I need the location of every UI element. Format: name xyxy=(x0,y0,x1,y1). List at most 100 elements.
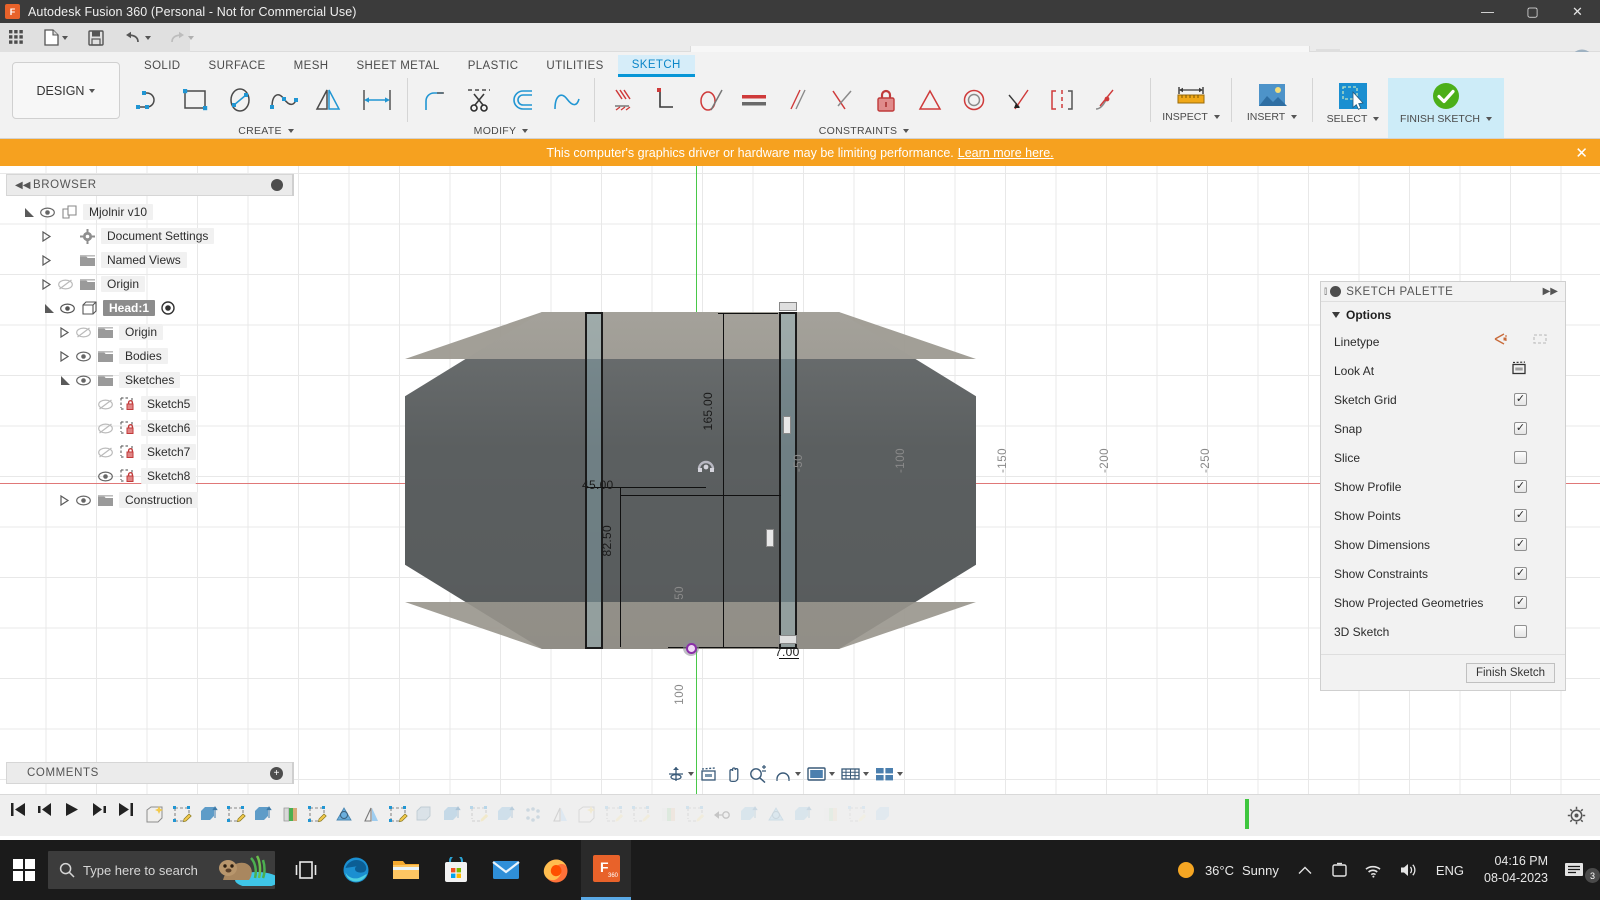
timeline-feature-sketch-9[interactable] xyxy=(845,799,868,829)
display-caret-icon[interactable] xyxy=(829,772,835,776)
visibility-eye-icon[interactable] xyxy=(36,207,58,218)
palette-row-show-projected[interactable]: Show Projected Geometries xyxy=(1321,588,1565,617)
visibility-eye-hidden-icon[interactable] xyxy=(54,279,76,290)
redo-button[interactable] xyxy=(163,23,199,52)
palette-finish-sketch-button[interactable]: Finish Sketch xyxy=(1466,663,1555,683)
palette-row-show-constraints[interactable]: Show Constraints xyxy=(1321,559,1565,588)
tab-surface[interactable]: SURFACE xyxy=(195,55,280,77)
zoom-icon[interactable] xyxy=(746,763,770,785)
tree-node-document-settings[interactable]: Document Settings xyxy=(6,224,296,248)
comments-panel-header[interactable]: COMMENTS + xyxy=(6,762,293,784)
palette-options-section[interactable]: Options xyxy=(1321,302,1565,327)
timeline-feature-sketch-4[interactable] xyxy=(386,799,409,829)
tree-node-sketch7[interactable]: Sketch7 xyxy=(6,440,296,464)
look-at-nav-icon[interactable] xyxy=(698,763,720,785)
tray-expand-chevron-icon[interactable] xyxy=(1287,866,1323,875)
undo-caret-icon[interactable] xyxy=(145,36,151,40)
select-tool[interactable]: SELECT xyxy=(1318,78,1388,138)
go-to-beginning-icon[interactable] xyxy=(10,802,26,822)
expander-expanded-icon[interactable] xyxy=(42,303,56,314)
visibility-eye-hidden-icon[interactable] xyxy=(94,399,116,410)
timeline-feature-extrude-6[interactable] xyxy=(791,799,814,829)
fix-constraint-icon[interactable] xyxy=(864,78,908,122)
sketch-line-right-a[interactable] xyxy=(779,312,781,649)
timeline-feature-sketch-3[interactable] xyxy=(305,799,328,829)
microsoft-store-icon[interactable] xyxy=(431,840,481,900)
fit-caret-icon[interactable] xyxy=(795,772,801,776)
tree-node-sketch5[interactable]: Sketch5 xyxy=(6,392,296,416)
palette-grip-icon[interactable]: ⫾ xyxy=(1324,286,1327,297)
tree-node-origin-root[interactable]: Origin xyxy=(6,272,296,296)
timeline-feature-appearance-3[interactable] xyxy=(818,799,841,829)
visibility-eye-icon[interactable] xyxy=(72,375,94,386)
orbit-caret-icon[interactable] xyxy=(688,772,694,776)
tree-node-head[interactable]: Head:1 xyxy=(6,296,296,320)
centerline-icon[interactable] xyxy=(1531,332,1549,351)
new-file-button[interactable] xyxy=(39,23,73,52)
curve-tool-icon[interactable] xyxy=(545,78,589,122)
expander-collapsed-icon[interactable] xyxy=(40,255,54,266)
offset-tool-icon[interactable] xyxy=(501,78,545,122)
finish-sketch-button[interactable]: FINISH SKETCH xyxy=(1388,78,1504,138)
trim-tool-icon[interactable] xyxy=(457,78,501,122)
comments-add-icon[interactable]: + xyxy=(270,767,283,780)
browser-collapse-icon[interactable]: ◀◀ xyxy=(15,180,30,191)
timeline-feature-extrude-2[interactable] xyxy=(251,799,274,829)
play-ic[interactable] xyxy=(64,802,80,822)
show-dimensions-checkbox[interactable] xyxy=(1514,538,1527,551)
timeline-feature-mirror-2[interactable] xyxy=(548,799,571,829)
timeline-feature-sketch-2[interactable] xyxy=(224,799,247,829)
tab-mesh[interactable]: MESH xyxy=(280,55,343,77)
dim-7-label[interactable]: 7.00 xyxy=(775,645,800,659)
timeline-feature-extrude-1[interactable] xyxy=(197,799,220,829)
start-button[interactable] xyxy=(0,840,48,900)
onedrive-icon[interactable] xyxy=(1323,862,1356,878)
firefox-icon[interactable] xyxy=(531,840,581,900)
coincident-constraint-icon[interactable] xyxy=(600,78,644,122)
chevron-down-icon[interactable] xyxy=(1332,312,1340,318)
timeline-marker[interactable] xyxy=(1245,799,1249,829)
task-view-icon[interactable] xyxy=(281,840,331,900)
timeline-feature-new-component[interactable] xyxy=(143,799,166,829)
palette-row-3d-sketch[interactable]: 3D Sketch xyxy=(1321,617,1565,646)
tab-sketch[interactable]: SKETCH xyxy=(618,55,695,77)
palette-row-snap[interactable]: Snap xyxy=(1321,414,1565,443)
grid-snap-caret-icon[interactable] xyxy=(863,772,869,776)
sketch-line-left-bottom[interactable] xyxy=(585,647,603,649)
timeline-feature-extrude-5[interactable] xyxy=(737,799,760,829)
weather-widget[interactable]: 36°C Sunny xyxy=(1168,860,1287,880)
palette-menu-icon[interactable] xyxy=(1330,286,1341,297)
language-indicator[interactable]: ENG xyxy=(1426,863,1474,878)
snap-checkbox[interactable] xyxy=(1514,422,1527,435)
visibility-eye-icon[interactable] xyxy=(72,351,94,362)
visibility-eye-icon[interactable] xyxy=(72,495,94,506)
step-forward-icon[interactable] xyxy=(91,802,107,822)
timeline-feature-extrude-7[interactable] xyxy=(872,799,895,829)
timeline-feature-appearance[interactable] xyxy=(278,799,301,829)
symmetry-constraint-icon[interactable] xyxy=(908,78,952,122)
fusion360-taskbar-icon[interactable]: F360 xyxy=(581,840,631,900)
volume-icon[interactable] xyxy=(1391,862,1426,878)
parallel-constraint-icon[interactable] xyxy=(776,78,820,122)
minimize-button[interactable]: — xyxy=(1465,0,1510,23)
constraint-glyph-mid-lower[interactable] xyxy=(766,529,774,547)
notification-center-icon[interactable]: 3 xyxy=(1558,861,1596,879)
timeline-feature-revolve-2[interactable] xyxy=(764,799,787,829)
expander-collapsed-icon[interactable] xyxy=(58,495,72,506)
go-to-end-icon[interactable] xyxy=(118,802,134,822)
dimension-tool-icon[interactable] xyxy=(350,78,402,122)
timeline-feature-mirror[interactable] xyxy=(359,799,382,829)
tab-solid[interactable]: SOLID xyxy=(130,55,195,77)
dim-165-label[interactable]: 165.00 xyxy=(701,392,715,431)
model-body[interactable] xyxy=(405,312,976,649)
tree-node-construction[interactable]: Construction xyxy=(6,488,296,512)
palette-row-sketch-grid[interactable]: Sketch Grid xyxy=(1321,385,1565,414)
timeline-feature-move[interactable] xyxy=(710,799,733,829)
banner-close-icon[interactable]: ✕ xyxy=(1575,144,1588,162)
timeline-feature-body[interactable] xyxy=(413,799,436,829)
timeline-feature-sketch-6[interactable] xyxy=(602,799,625,829)
sketch-handle-icon[interactable] xyxy=(697,458,715,474)
sketch-grid-checkbox[interactable] xyxy=(1514,393,1527,406)
timeline-feature-extrude-4[interactable] xyxy=(494,799,517,829)
viewports-caret-icon[interactable] xyxy=(897,772,903,776)
